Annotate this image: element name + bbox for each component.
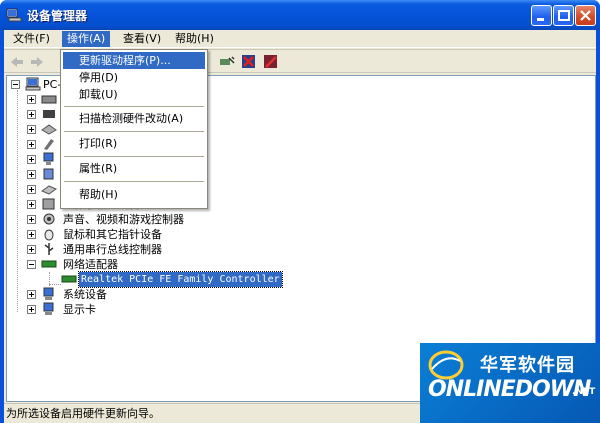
menu-item-scan-hardware[interactable]: 扫描检测硬件改动(A) [63, 110, 205, 127]
menu-view[interactable]: 查看(V) [118, 31, 166, 47]
expand-icon[interactable] [27, 125, 36, 134]
expand-icon[interactable] [27, 305, 36, 314]
menu-separator [64, 131, 204, 132]
disable-icon[interactable] [262, 53, 280, 71]
maximize-icon [558, 10, 570, 21]
watermark-en: ONLINEDOWN [428, 377, 591, 402]
tree-item-label: 系统设备 [63, 288, 107, 301]
expand-icon[interactable] [27, 95, 36, 104]
monitor-icon [43, 152, 54, 165]
network-card-icon [61, 275, 77, 283]
menu-item-print[interactable]: 打印(R) [63, 135, 205, 152]
menu-file[interactable]: 文件(F) [8, 31, 55, 47]
tree-item-label: 网络适配器 [63, 258, 118, 271]
usb-icon [44, 243, 54, 255]
menu-separator [64, 106, 204, 107]
tree-root-label: PC- [43, 78, 62, 91]
maximize-button[interactable] [553, 5, 574, 26]
hid-icon [42, 198, 55, 210]
window-title: 设备管理器 [27, 9, 88, 23]
expand-icon[interactable] [27, 110, 36, 119]
processor-icon [43, 168, 54, 180]
expand-icon[interactable] [27, 290, 36, 299]
menu-item-uninstall[interactable]: 卸载(U) [63, 86, 205, 103]
cdrom-icon [41, 124, 57, 135]
title-bar[interactable]: 设备管理器 [0, 0, 600, 30]
speaker-icon [43, 213, 55, 225]
minimize-button[interactable] [531, 5, 552, 26]
menu-separator [64, 181, 204, 182]
computer-icon [25, 77, 41, 91]
tree-item-label: 显示卡 [63, 303, 96, 316]
menu-action[interactable]: 操作(A) [62, 31, 111, 47]
menu-item-properties[interactable]: 属性(R) [63, 160, 205, 177]
chip-icon [43, 110, 55, 118]
menu-item-disable[interactable]: 停用(D) [63, 69, 205, 86]
uninstall-icon[interactable] [240, 53, 258, 71]
tree-item-label: 通用串行总线控制器 [63, 243, 162, 256]
display-adapter-icon [43, 302, 54, 315]
device-manager-icon [6, 8, 22, 22]
expand-icon[interactable] [27, 170, 36, 179]
scan-hardware-icon[interactable] [218, 53, 236, 71]
tree-item-label: 鼠标和其它指针设备 [63, 228, 162, 241]
forward-arrow-icon[interactable] [28, 53, 46, 71]
tree-item-label: 声音、视频和游戏控制器 [63, 213, 184, 226]
collapse-icon[interactable] [27, 260, 36, 269]
tree-guide [49, 284, 61, 285]
system-device-icon [43, 287, 54, 300]
menu-bar: 文件(F) 操作(A) 查看(V) 帮助(H) [4, 30, 596, 48]
expand-icon[interactable] [27, 200, 36, 209]
keyboard-icon [41, 185, 57, 195]
expand-icon[interactable] [27, 215, 36, 224]
watermark-logo: 华军软件园 ONLINEDOWN .NET [420, 343, 600, 423]
port-icon [44, 139, 54, 150]
device-manager-window: 设备管理器 文件(F) 操作(A) 查看(V) 帮助(H) PC- 声音、视频和… [0, 0, 600, 423]
mouse-icon [44, 229, 54, 241]
expand-icon[interactable] [27, 155, 36, 164]
back-arrow-icon[interactable] [8, 53, 26, 71]
menu-separator [64, 156, 204, 157]
watermark-suffix: .NET [572, 387, 596, 397]
watermark-cn: 华军软件园 [480, 355, 575, 376]
menu-item-help[interactable]: 帮助(H) [63, 186, 205, 203]
close-icon [580, 10, 591, 21]
expand-icon[interactable] [27, 230, 36, 239]
expand-icon[interactable] [27, 140, 36, 149]
expand-icon[interactable] [27, 245, 36, 254]
collapse-icon[interactable] [11, 80, 20, 89]
menu-help[interactable]: 帮助(H) [170, 31, 219, 47]
action-menu: 更新驱动程序(P)... 停用(D) 卸载(U) 扫描检测硬件改动(A) 打印(… [60, 49, 208, 209]
tree-item-label-selected: Realtek PCIe FE Family Controller [78, 271, 283, 288]
minimize-icon [537, 18, 544, 21]
expand-icon[interactable] [27, 185, 36, 194]
menu-item-update-driver[interactable]: 更新驱动程序(P)... [63, 52, 205, 69]
disk-drive-icon [41, 95, 57, 104]
close-button[interactable] [575, 5, 596, 26]
network-card-icon [41, 260, 57, 268]
tree-guide [17, 90, 18, 312]
